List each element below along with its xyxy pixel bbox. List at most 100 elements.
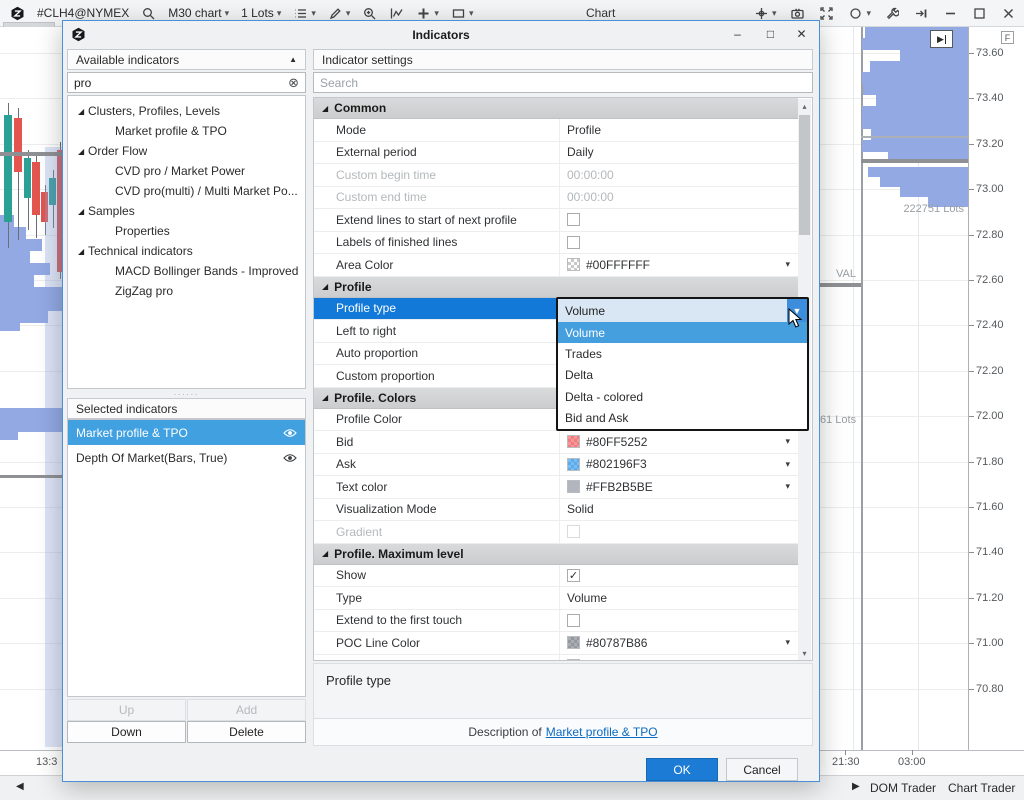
- grid-section-header[interactable]: ◢Profile: [314, 277, 798, 298]
- settings-search-input[interactable]: Search: [313, 72, 813, 93]
- grid-row[interactable]: TypeVolume: [314, 587, 798, 610]
- tab-chart-trader[interactable]: Chart Trader: [948, 781, 1015, 795]
- scrollbar-thumb[interactable]: [799, 115, 810, 235]
- cancel-button[interactable]: Cancel: [726, 758, 798, 781]
- available-indicators-tree[interactable]: ◢Clusters, Profiles, LevelsMarket profil…: [67, 95, 306, 389]
- color-swatch[interactable]: [567, 435, 580, 448]
- property-value[interactable]: #80FF5252▾: [559, 431, 798, 453]
- dropdown-caret-icon[interactable]: ▾: [785, 259, 790, 270]
- scroll-left-icon[interactable]: ◀: [16, 781, 24, 792]
- dropdown-caret-icon[interactable]: ▾: [785, 481, 790, 492]
- color-swatch[interactable]: [567, 258, 580, 271]
- grid-row[interactable]: External periodDaily: [314, 142, 798, 165]
- maximize-icon[interactable]: [968, 4, 991, 23]
- property-value[interactable]: Daily: [559, 142, 798, 164]
- grid-row[interactable]: Text Color#FF787B86▾: [314, 655, 798, 662]
- dialog-close-button[interactable]: ✕: [786, 21, 817, 47]
- grid-row[interactable]: Labels of finished lines: [314, 232, 798, 255]
- add-button[interactable]: Add: [187, 699, 306, 721]
- dropdown-option[interactable]: Trades: [558, 343, 807, 364]
- tree-group-row[interactable]: ◢Order Flow: [68, 141, 305, 161]
- ok-button[interactable]: OK: [646, 758, 718, 781]
- property-value[interactable]: ✓: [559, 565, 798, 587]
- property-value[interactable]: 00:00:00: [559, 164, 798, 186]
- indicator-description-link[interactable]: Market profile & TPO: [546, 725, 658, 739]
- grid-section-header[interactable]: ◢Common: [314, 98, 798, 119]
- grid-row[interactable]: Ask#802196F3▾: [314, 454, 798, 477]
- dialog-minimize-button[interactable]: –: [722, 21, 753, 47]
- tree-item-row[interactable]: Market profile & TPO: [68, 121, 305, 141]
- grid-row[interactable]: ModeProfile: [314, 119, 798, 142]
- grid-row[interactable]: Area Color#00FFFFFF▾: [314, 254, 798, 277]
- tree-item-row[interactable]: CVD pro(multi) / Multi Market Po...: [68, 181, 305, 201]
- caret-down-icon[interactable]: ▾: [225, 9, 230, 18]
- dropdown-caret-icon[interactable]: ▾: [785, 436, 790, 447]
- panel-splitter[interactable]: ......: [67, 390, 306, 396]
- caret-down-icon[interactable]: ▾: [311, 9, 316, 18]
- property-value[interactable]: #FFB2B5BE▾: [559, 476, 798, 498]
- checkbox[interactable]: [567, 213, 580, 226]
- tree-group-row[interactable]: ◢Samples: [68, 201, 305, 221]
- tree-group-row[interactable]: ◢Technical indicators: [68, 241, 305, 261]
- section-expand-icon[interactable]: ◢: [322, 393, 328, 402]
- profile-type-dropdown[interactable]: Volume ▼ VolumeTradesDeltaDelta - colore…: [556, 297, 809, 431]
- checkbox[interactable]: [567, 525, 580, 538]
- down-button[interactable]: Down: [67, 721, 186, 743]
- tree-item-row[interactable]: ZigZag pro: [68, 281, 305, 301]
- up-button[interactable]: Up: [67, 699, 186, 721]
- minimize-icon[interactable]: [939, 4, 962, 23]
- grid-row[interactable]: POC Line Color#80787B86▾: [314, 632, 798, 655]
- caret-down-icon[interactable]: ▾: [434, 9, 439, 18]
- scrollbar-down-icon[interactable]: ▾: [798, 646, 811, 660]
- color-swatch[interactable]: [567, 480, 580, 493]
- caret-down-icon[interactable]: ▾: [866, 9, 871, 18]
- checkbox[interactable]: ✓: [567, 569, 580, 582]
- property-value[interactable]: [559, 209, 798, 231]
- caret-down-icon[interactable]: ▾: [277, 9, 282, 18]
- selected-indicators-list[interactable]: Market profile & TPODepth Of Market(Bars…: [67, 419, 306, 697]
- property-value[interactable]: #802196F3▾: [559, 454, 798, 476]
- dropdown-caret-icon[interactable]: ▾: [785, 637, 790, 648]
- dialog-maximize-button[interactable]: □: [755, 21, 786, 47]
- grid-row[interactable]: Bid#80FF5252▾: [314, 431, 798, 454]
- property-value[interactable]: [559, 610, 798, 632]
- property-value[interactable]: [559, 521, 798, 543]
- grid-row[interactable]: Text color#FFB2B5BE▾: [314, 476, 798, 499]
- property-value[interactable]: #00FFFFFF▾: [559, 254, 798, 276]
- dropdown-option[interactable]: Bid and Ask: [558, 408, 807, 429]
- dropdown-option[interactable]: Delta - colored: [558, 386, 807, 407]
- caret-down-icon[interactable]: ▾: [346, 9, 351, 18]
- tree-item-row[interactable]: Properties: [68, 221, 305, 241]
- dropdown-option[interactable]: Delta: [558, 365, 807, 386]
- grid-row[interactable]: Visualization ModeSolid: [314, 499, 798, 522]
- grid-row[interactable]: Extend to the first touch: [314, 610, 798, 633]
- profile-type-combo[interactable]: Volume: [558, 299, 807, 322]
- expand-arrow-icon[interactable]: ◢: [78, 207, 88, 216]
- property-value[interactable]: #FF787B86▾: [559, 655, 798, 662]
- available-search-input[interactable]: pro ⊗: [67, 72, 306, 93]
- section-expand-icon[interactable]: ◢: [322, 104, 328, 113]
- collapse-icon[interactable]: ▲: [289, 55, 297, 64]
- property-value[interactable]: Solid: [559, 499, 798, 521]
- dropdown-option[interactable]: Volume: [558, 322, 807, 343]
- tree-item-row[interactable]: CVD pro / Market Power: [68, 161, 305, 181]
- grid-row[interactable]: Extend lines to start of next profile: [314, 209, 798, 232]
- grid-row[interactable]: Custom end time00:00:00: [314, 187, 798, 210]
- color-swatch[interactable]: [567, 636, 580, 649]
- pin-icon[interactable]: [910, 4, 933, 23]
- checkbox[interactable]: [567, 236, 580, 249]
- delete-button[interactable]: Delete: [187, 721, 306, 743]
- selected-indicator-row[interactable]: Market profile & TPO: [68, 420, 305, 445]
- app-logo-icon[interactable]: [6, 4, 29, 23]
- color-swatch[interactable]: [567, 458, 580, 471]
- expand-arrow-icon[interactable]: ◢: [78, 247, 88, 256]
- expand-arrow-icon[interactable]: ◢: [78, 147, 88, 156]
- dropdown-option-list[interactable]: VolumeTradesDeltaDelta - coloredBid and …: [558, 322, 807, 429]
- property-value[interactable]: #80787B86▾: [559, 632, 798, 654]
- tab-dom-trader[interactable]: DOM Trader: [870, 781, 936, 795]
- section-expand-icon[interactable]: ◢: [322, 282, 328, 291]
- caret-down-icon[interactable]: ▾: [772, 9, 777, 18]
- tree-group-row[interactable]: ◢Clusters, Profiles, Levels: [68, 101, 305, 121]
- chart-area-left[interactable]: [0, 27, 62, 750]
- grid-row[interactable]: Custom begin time00:00:00: [314, 164, 798, 187]
